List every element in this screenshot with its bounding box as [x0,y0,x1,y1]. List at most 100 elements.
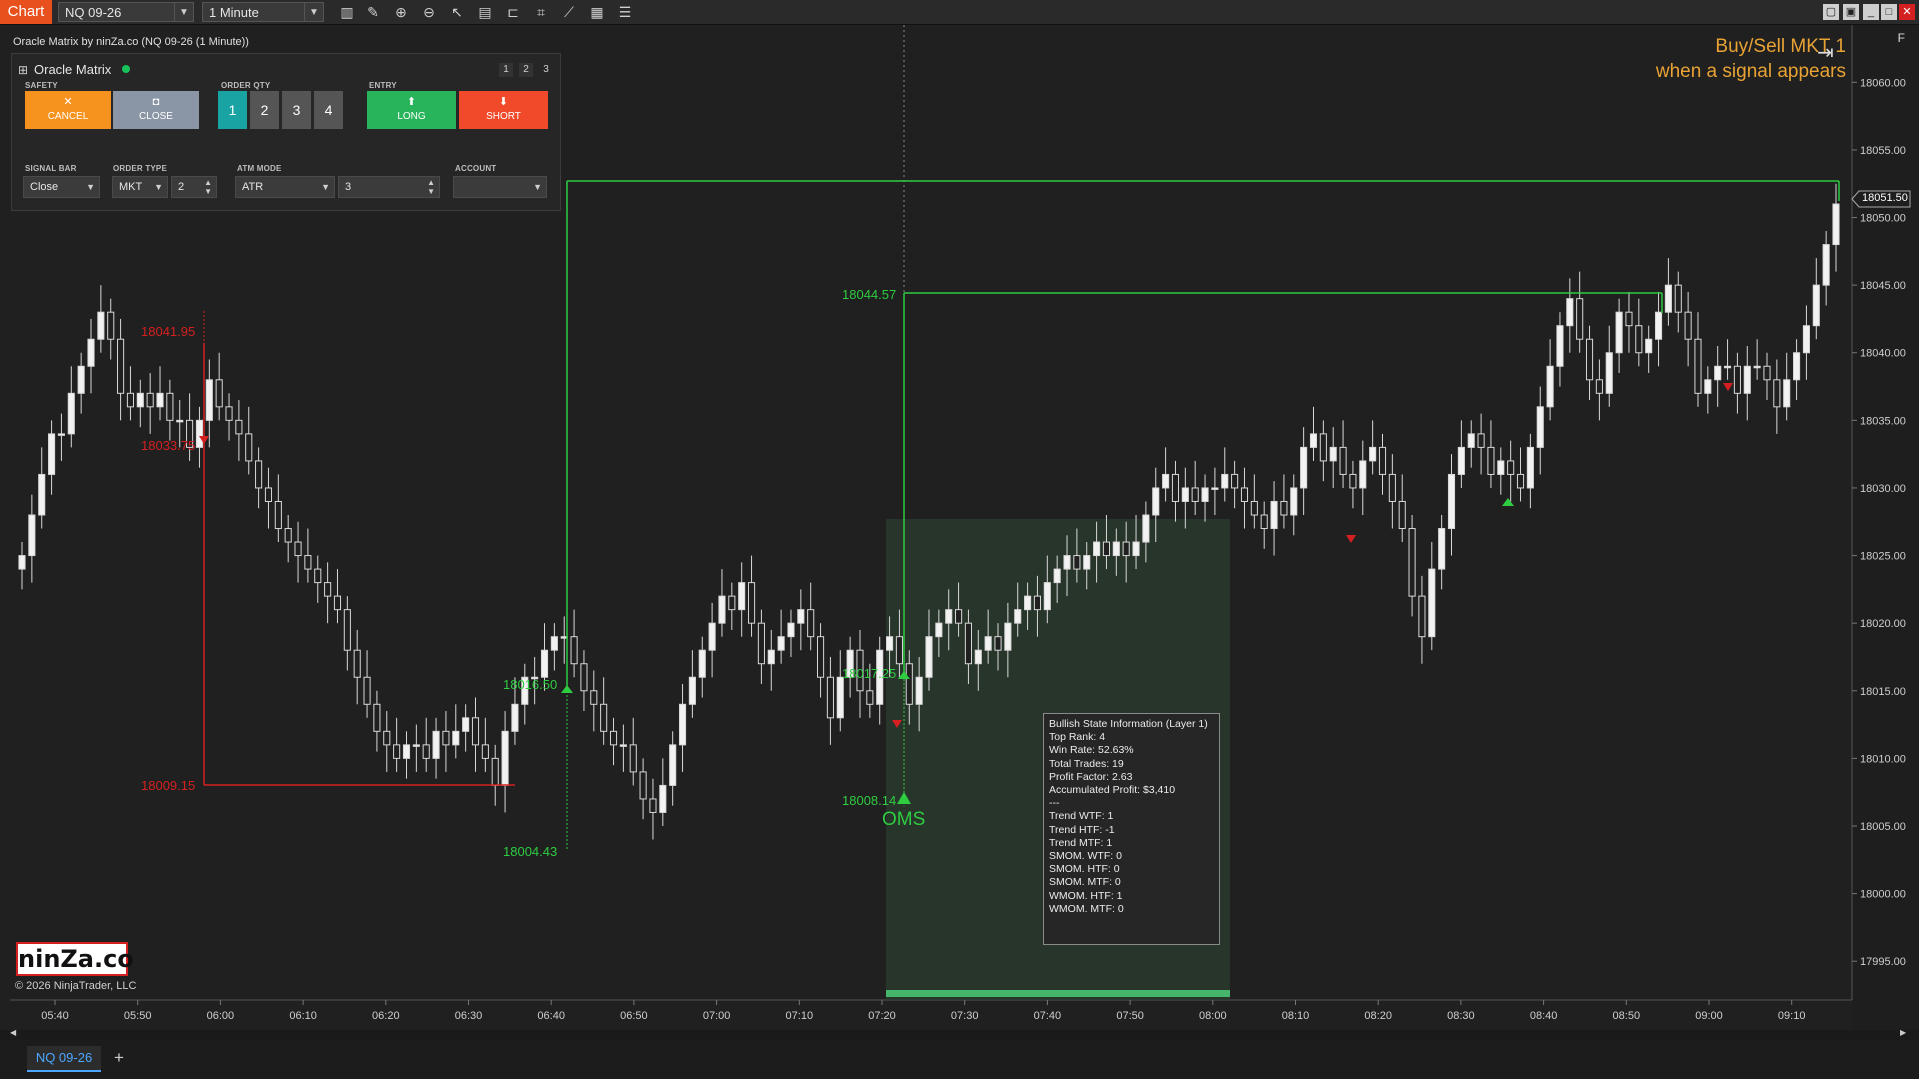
account-select[interactable]: ▼ [453,176,547,198]
close-button[interactable]: ◘ CLOSE [113,91,199,129]
x-axis: 05:40 05:50 06:00 06:10 06:20 06:30 06:40 06:50… [41,1000,1805,1022]
red-target-label: 18009.15 [141,778,196,793]
zoom-out-icon[interactable]: ⊖ [420,3,438,21]
interval-select-value: 1 Minute [209,5,259,20]
chevron-down-icon: ▼ [533,182,542,192]
signal-bar-select[interactable]: Close ▼ [23,176,100,198]
green-signal-arrow-2 [1502,498,1514,506]
qty-option-1[interactable]: 1 [218,91,247,129]
y-tick-label: 18010.00 [1860,753,1906,765]
short-button-label: SHORT [486,111,521,122]
cancel-button[interactable]: ✕ CANCEL [25,91,111,129]
instrument-select-value: NQ 09-26 [65,5,122,20]
horizontal-scrollbar[interactable]: ◀ ▶ [0,1028,1919,1040]
candle-body [126,392,135,408]
chart-tab[interactable]: Chart [0,0,52,24]
candle-body [1714,365,1722,381]
red-signal-arrow-3 [1346,535,1356,543]
chart-subtitle: Oracle Matrix by ninZa.co (NQ 09-26 (1 M… [13,36,249,48]
add-tab-button[interactable]: + [109,1046,129,1070]
info-line: Trend HTF: -1 [1049,823,1115,836]
candle-body [1290,487,1298,516]
candle-body [412,744,420,747]
qty-option-3[interactable]: 3 [282,91,311,129]
instrument-tab[interactable]: NQ 09-26 [27,1046,101,1072]
strategy-icon[interactable]: ⟋ [560,3,578,21]
maximize-window-icon[interactable]: □ [1881,4,1897,20]
bar-chart-icon[interactable]: ▥ [338,3,356,21]
drawing-tools-icon[interactable]: ⊏ [504,3,522,21]
candle-body [501,730,509,786]
x-tick-label: 08:40 [1530,1010,1558,1022]
panel-page-1[interactable]: 1 [499,63,513,77]
candle-body [1162,473,1170,489]
interval-select[interactable]: 1 Minute ▼ [202,2,324,22]
candle-body [1398,500,1406,530]
candle-body [373,703,381,732]
candle-body [905,663,913,705]
y-tick-label: 18020.00 [1860,618,1906,630]
candle-body [1349,473,1357,489]
properties-list-icon[interactable]: ☰ [616,3,634,21]
atm-mode-select[interactable]: ATR ▼ [235,176,335,198]
logo-text: ninZa.co [18,945,134,973]
current-price-label: 18051.50 [1862,192,1908,204]
info-line: WMOM. HTF: 1 [1049,889,1123,902]
panel-page-3[interactable]: 3 [539,63,553,77]
indicators-icon[interactable]: ▦ [588,3,606,21]
candle-body [1733,365,1741,394]
candle-body [1033,595,1042,611]
close-box-icon: ◘ [152,96,160,108]
candle-body [1102,541,1111,557]
entry-label: ENTRY [369,81,397,90]
candle-body [1645,338,1653,354]
restore-window-icon[interactable]: ▣ [1843,4,1859,20]
candle-body [1753,365,1761,369]
candle-body [964,622,972,665]
tile-window-icon[interactable]: ▢ [1823,4,1839,20]
atm-mode-qty-stepper[interactable]: 3 ▲ ▼ [338,176,440,198]
candle-body [915,676,923,705]
info-line: --- [1049,797,1060,810]
long-button[interactable]: ⬆ LONG [367,91,456,129]
panel-page-2[interactable]: 2 [519,63,533,77]
scroll-right-icon[interactable]: ▶ [1900,1028,1906,1037]
pointer-icon[interactable]: ↖ [448,3,466,21]
candle-body [1635,325,1643,354]
candle-body [77,365,85,394]
close-window-icon[interactable]: ✕ [1899,4,1915,20]
candle-body [639,771,647,800]
qty-option-4[interactable]: 4 [314,91,343,129]
candle-body [294,541,302,557]
candle-body [1152,487,1160,516]
scroll-left-icon[interactable]: ◀ [10,1028,16,1037]
candle-body [1723,365,1732,369]
minimize-window-icon[interactable]: _ [1863,4,1879,20]
y-tick-label: 18015.00 [1860,686,1906,698]
status-dot [122,65,130,73]
draw-pencil-icon[interactable]: ✎ [364,3,382,21]
zoom-in-icon[interactable]: ⊕ [392,3,410,21]
short-button[interactable]: ⬇ SHORT [459,91,548,129]
oms-zone-bar [886,990,1230,997]
atm-mode-label: ATM MODE [237,164,282,173]
order-type-qty-stepper[interactable]: 2 ▲ ▼ [171,176,217,198]
instrument-select[interactable]: NQ 09-26 ▼ [58,2,194,22]
chart-toolbar: Chart NQ 09-26 ▼ 1 Minute ▼ ▥ ✎ ⊕ ⊖ ↖ ▤ … [0,0,1919,25]
candle-body [1605,352,1613,394]
info-line: Win Rate: 52.63% [1049,744,1134,757]
candle-body [955,609,963,624]
candle-body [422,744,430,759]
candle-body [984,636,992,651]
crosshair-icon[interactable]: ⌗ [532,3,550,21]
x-tick-label: 07:20 [868,1010,896,1022]
order-type-select[interactable]: MKT ▼ [112,176,168,198]
grid-icon[interactable]: ⊞ [18,63,28,77]
f-button[interactable]: F [1898,31,1905,45]
candle-body [48,433,56,475]
data-box-icon[interactable]: ▤ [476,3,494,21]
stepper-arrows-icon: ▲ ▼ [204,178,212,196]
scroll-arrow-icon[interactable]: ⇥ [1817,40,1834,65]
info-line: Accumulated Profit: $3,410 [1049,784,1176,797]
qty-option-2[interactable]: 2 [250,91,279,129]
